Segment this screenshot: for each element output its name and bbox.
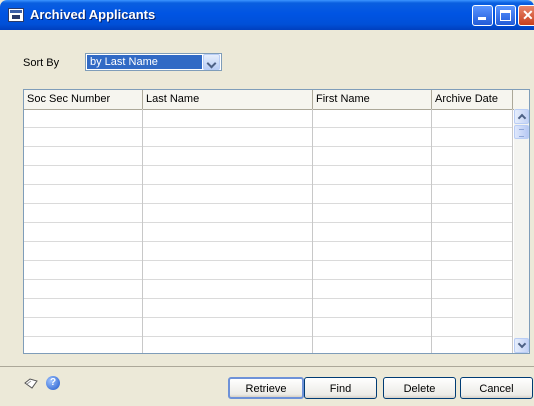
table-cell[interactable]	[313, 299, 432, 318]
table-cell[interactable]	[143, 166, 313, 185]
table-cell[interactable]	[24, 109, 143, 128]
table-cell[interactable]	[313, 337, 432, 353]
column-header-last-name[interactable]: Last Name	[143, 90, 313, 109]
table-cell[interactable]	[432, 261, 513, 280]
title-bar[interactable]: Archived Applicants	[0, 0, 534, 30]
table-cell[interactable]	[24, 280, 143, 299]
table-cell[interactable]	[432, 147, 513, 166]
sort-by-value: by Last Name	[87, 55, 202, 69]
scroll-thumb[interactable]	[514, 125, 529, 139]
maximize-button[interactable]	[495, 5, 516, 26]
scroll-up-icon[interactable]	[514, 109, 529, 124]
table-cell[interactable]	[313, 318, 432, 337]
scroll-down-icon[interactable]	[514, 338, 529, 353]
table-cell[interactable]	[143, 318, 313, 337]
table-cell[interactable]	[24, 147, 143, 166]
delete-button[interactable]: Delete	[383, 377, 456, 399]
table-cell[interactable]	[432, 128, 513, 147]
window-title: Archived Applicants	[30, 7, 156, 22]
table-row[interactable]	[24, 299, 513, 318]
table-cell[interactable]	[24, 242, 143, 261]
table-row[interactable]	[24, 318, 513, 337]
table-cell[interactable]	[24, 204, 143, 223]
table-cell[interactable]	[143, 337, 313, 353]
table-cell[interactable]	[432, 242, 513, 261]
help-icon[interactable]: ?	[46, 376, 60, 390]
table-cell[interactable]	[143, 223, 313, 242]
table-cell[interactable]	[432, 280, 513, 299]
table-row[interactable]	[24, 261, 513, 280]
table-cell[interactable]	[24, 261, 143, 280]
table-row[interactable]	[24, 223, 513, 242]
table-cell[interactable]	[143, 109, 313, 128]
table-cell[interactable]	[143, 128, 313, 147]
table-cell[interactable]	[432, 337, 513, 353]
table-row[interactable]	[24, 242, 513, 261]
cancel-button[interactable]: Cancel	[460, 377, 533, 399]
table-cell[interactable]	[313, 185, 432, 204]
table-cell[interactable]	[143, 280, 313, 299]
table-cell[interactable]	[143, 147, 313, 166]
table-cell[interactable]	[143, 185, 313, 204]
column-header-soc-sec-number[interactable]: Soc Sec Number	[24, 90, 143, 109]
table-cell[interactable]	[143, 242, 313, 261]
table-row[interactable]	[24, 185, 513, 204]
note-icon[interactable]	[24, 378, 38, 389]
table-cell[interactable]	[432, 223, 513, 242]
table-cell[interactable]	[24, 318, 143, 337]
table-cell[interactable]	[143, 204, 313, 223]
table-cell[interactable]	[313, 128, 432, 147]
table-cell[interactable]	[24, 166, 143, 185]
table-cell[interactable]	[313, 147, 432, 166]
chevron-down-icon[interactable]	[203, 54, 220, 70]
table-cell[interactable]	[432, 185, 513, 204]
table-row[interactable]	[24, 147, 513, 166]
table-cell[interactable]	[313, 242, 432, 261]
minimize-button[interactable]	[472, 5, 493, 26]
table-cell[interactable]	[432, 318, 513, 337]
table-cell[interactable]	[313, 223, 432, 242]
table-row[interactable]	[24, 280, 513, 299]
table-cell[interactable]	[24, 299, 143, 318]
grid-body[interactable]	[24, 109, 513, 353]
table-row[interactable]	[24, 128, 513, 147]
footer-divider	[0, 366, 534, 367]
table-cell[interactable]	[313, 166, 432, 185]
table-cell[interactable]	[24, 185, 143, 204]
table-cell[interactable]	[313, 280, 432, 299]
table-cell[interactable]	[313, 261, 432, 280]
table-cell[interactable]	[432, 166, 513, 185]
applicants-grid: Soc Sec Number Last Name First Name Arch…	[23, 89, 530, 354]
table-row[interactable]	[24, 109, 513, 128]
grid-header: Soc Sec Number Last Name First Name Arch…	[24, 90, 529, 110]
column-header-first-name[interactable]: First Name	[313, 90, 432, 109]
table-cell[interactable]	[143, 261, 313, 280]
find-button[interactable]: Find	[304, 377, 377, 399]
column-header-archive-date[interactable]: Archive Date	[432, 90, 513, 109]
sort-by-dropdown[interactable]: by Last Name	[85, 53, 222, 71]
vertical-scrollbar[interactable]	[514, 109, 529, 353]
table-cell[interactable]	[432, 109, 513, 128]
window-app-icon	[8, 8, 24, 22]
sort-by-label: Sort By	[23, 57, 60, 69]
table-cell[interactable]	[24, 128, 143, 147]
table-cell[interactable]	[24, 223, 143, 242]
archived-applicants-window: Archived Applicants Sort By by Last Name…	[0, 0, 534, 406]
close-button[interactable]	[518, 5, 534, 26]
table-cell[interactable]	[432, 204, 513, 223]
table-row[interactable]	[24, 204, 513, 223]
table-row[interactable]	[24, 166, 513, 185]
table-row[interactable]	[24, 337, 513, 353]
table-cell[interactable]	[313, 109, 432, 128]
retrieve-button[interactable]: Retrieve	[228, 377, 304, 399]
table-cell[interactable]	[313, 204, 432, 223]
table-cell[interactable]	[432, 299, 513, 318]
table-cell[interactable]	[24, 337, 143, 353]
table-cell[interactable]	[143, 299, 313, 318]
